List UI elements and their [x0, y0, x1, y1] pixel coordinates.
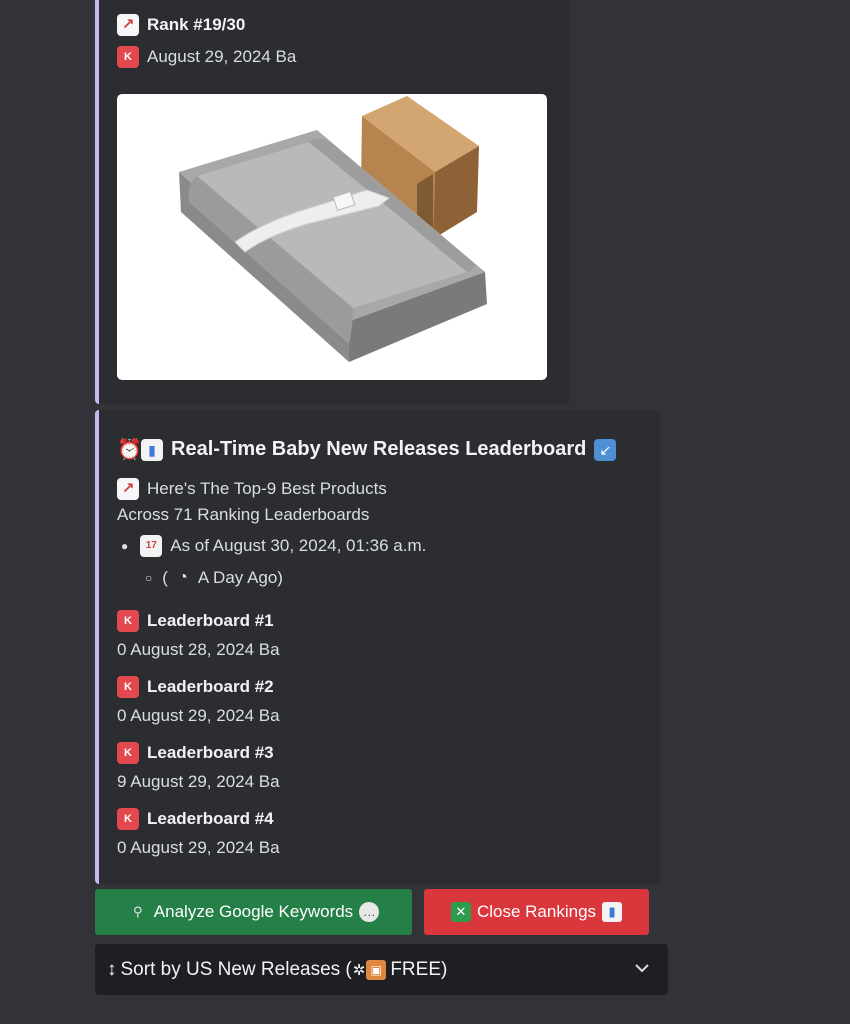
- embed-accent-bar: [95, 0, 99, 404]
- analyze-google-keywords-button[interactable]: ⚲ Analyze Google Keywords …: [95, 889, 412, 935]
- changing-pad-illustration: [179, 96, 487, 362]
- date-text: August 29, 2024 Ba: [147, 47, 297, 66]
- leaderboard-title-line: ⏰ ▮ Real-Time Baby New Releases Leaderbo…: [117, 438, 617, 461]
- intro-text-2: Across 71 Ranking Leaderboards: [117, 505, 370, 524]
- speech-balloon-icon: …: [359, 902, 380, 922]
- bullet-dot: ●: [121, 539, 129, 553]
- postbox-icon: K: [117, 46, 139, 68]
- close-rankings-button[interactable]: ✕ Close Rankings ▮: [424, 889, 649, 935]
- leaderboard-embed: ⏰ ▮ Real-Time Baby New Releases Leaderbo…: [95, 410, 660, 884]
- relative-time-text: A Day Ago): [197, 568, 283, 587]
- leaderboard-3-detail: 9 August 29, 2024 Ba: [117, 772, 280, 792]
- product-image[interactable]: [117, 94, 547, 380]
- leaderboard-title-text: Leaderboard #3: [147, 743, 274, 762]
- calendar-icon: 17: [140, 535, 163, 557]
- arrow-down-left-icon[interactable]: ↙: [594, 438, 617, 461]
- bullet-circle: ○: [145, 571, 153, 585]
- leaderboard-2-title: K Leaderboard #2: [117, 676, 274, 698]
- leaderboard-title-text: Leaderboard #1: [147, 611, 274, 630]
- intro-line-2: Across 71 Ranking Leaderboards: [117, 505, 369, 525]
- cross-mark-icon: ✕: [450, 902, 471, 922]
- gear-icon: ✲: [352, 961, 366, 979]
- postbox-icon: K: [117, 676, 139, 698]
- as-of-bullet: ● 17 As of August 30, 2024, 01:36 a.m.: [121, 535, 426, 557]
- as-of-text: As of August 30, 2024, 01:36 a.m.: [170, 536, 427, 555]
- product-embed: ↗ Rank #19/30 K August 29, 2024 Ba: [95, 0, 570, 404]
- postbox-icon: K: [117, 742, 139, 764]
- leaderboard-title-text: Leaderboard #2: [147, 677, 274, 696]
- intro-line-1: ↗ Here's The Top-9 Best Products: [117, 478, 387, 500]
- rank-label: Rank #19/30: [147, 15, 246, 34]
- bar-chart-icon: ▮: [141, 438, 163, 461]
- leaderboard-1-title: K Leaderboard #1: [117, 610, 274, 632]
- leaderboard-detail-text: 0 August 29, 2024 Ba: [117, 838, 280, 857]
- leaderboard-2-detail: 0 August 29, 2024 Ba: [117, 706, 280, 726]
- leaderboard-3-title: K Leaderboard #3: [117, 742, 274, 764]
- gift-icon: ▣: [366, 959, 387, 980]
- leaderboard-title: Real-Time Baby New Releases Leaderboard: [171, 438, 587, 460]
- sort-arrows-icon: ↕: [107, 958, 117, 980]
- leaderboard-detail-text: 0 August 29, 2024 Ba: [117, 706, 280, 725]
- chart-increasing-icon: ↗: [117, 14, 139, 36]
- leaderboard-detail-text: 9 August 29, 2024 Ba: [117, 772, 280, 791]
- chart-increasing-icon: ↗: [117, 478, 139, 500]
- postbox-icon: K: [117, 808, 139, 830]
- close-button-label: Close Rankings: [476, 902, 597, 921]
- clock-icon: ◔: [178, 569, 188, 586]
- bar-chart-icon: ▮: [602, 902, 623, 922]
- alarm-clock-icon: ⏰: [117, 438, 142, 461]
- leaderboard-1-detail: 0 August 28, 2024 Ba: [117, 640, 280, 660]
- date-line: K August 29, 2024 Ba: [117, 46, 296, 68]
- relative-open: (: [162, 568, 168, 587]
- magnifier-icon: ⚲: [133, 904, 143, 919]
- leaderboard-detail-text: 0 August 28, 2024 Ba: [117, 640, 280, 659]
- analyze-button-label: Analyze Google Keywords: [153, 902, 354, 921]
- sort-select-label: Sort by US New Releases (: [120, 958, 352, 980]
- relative-time-bullet: ○ ( ◔ A Day Ago): [145, 567, 283, 589]
- leaderboard-4-title: K Leaderboard #4: [117, 808, 274, 830]
- intro-text-1: Here's The Top-9 Best Products: [147, 479, 387, 498]
- embed-accent-bar: [95, 410, 99, 884]
- rank-line: ↗ Rank #19/30: [117, 14, 245, 36]
- chevron-down-icon[interactable]: [632, 958, 652, 978]
- leaderboard-title-text: Leaderboard #4: [147, 809, 274, 828]
- leaderboard-4-detail: 0 August 29, 2024 Ba: [117, 838, 280, 858]
- sort-select-suffix: FREE): [390, 958, 448, 980]
- postbox-icon: K: [117, 610, 139, 632]
- sort-select[interactable]: ↕ Sort by US New Releases ( ✲ ▣ FREE): [95, 944, 668, 995]
